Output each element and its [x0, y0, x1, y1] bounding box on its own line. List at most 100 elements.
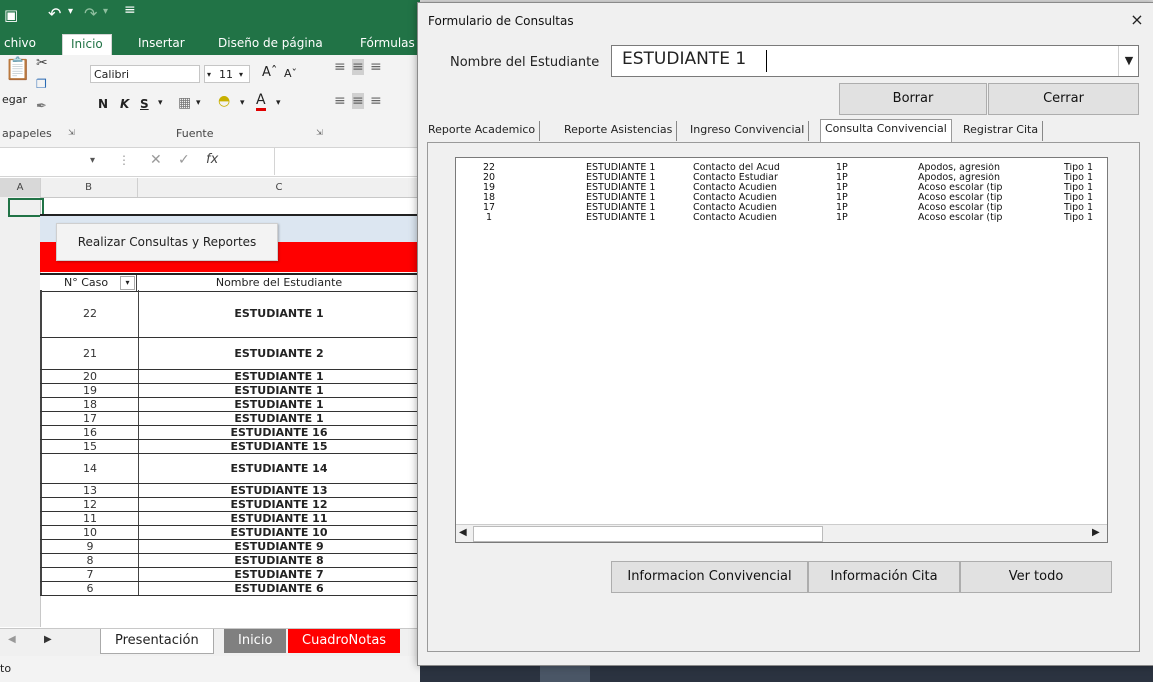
tab-formulas[interactable]: Fórmulas: [360, 34, 415, 55]
align-top-icon[interactable]: ≡: [334, 59, 346, 75]
grow-font-icon[interactable]: Aˆ: [262, 65, 277, 80]
caso-cell[interactable]: 10: [40, 526, 139, 540]
nombre-cell[interactable]: ESTUDIANTE 16: [138, 426, 420, 440]
tab-reporte-academico[interactable]: Reporte Academico: [424, 121, 541, 141]
selected-cell[interactable]: [8, 198, 44, 217]
nombre-cell[interactable]: ESTUDIANTE 13: [138, 484, 420, 498]
caso-cell[interactable]: 9: [40, 540, 139, 554]
font-color-icon[interactable]: A: [256, 93, 266, 111]
list-item[interactable]: 19 ESTUDIANTE 1 Contacto Acudien 1P Acoso es…: [456, 183, 1107, 193]
tab-archivo[interactable]: chivo: [4, 34, 36, 55]
sheet-tab-cuadronotas[interactable]: CuadroNotas: [288, 629, 401, 653]
paste-label[interactable]: egar: [2, 93, 27, 106]
copy-icon[interactable]: ❐: [36, 77, 47, 91]
scroll-right-icon[interactable]: ▶: [1092, 527, 1100, 538]
info-cita-button[interactable]: Información Cita: [808, 561, 960, 593]
nombre-cell[interactable]: ESTUDIANTE 10: [138, 526, 420, 540]
shrink-font-icon[interactable]: Aˇ: [284, 67, 297, 80]
fill-color-icon[interactable]: ◓: [218, 93, 230, 109]
caso-cell[interactable]: 18: [40, 398, 139, 412]
underline-button[interactable]: S: [140, 97, 149, 111]
clipboard-launcher-icon[interactable]: ⇲: [68, 128, 75, 137]
nombre-cell[interactable]: ESTUDIANTE 1: [138, 290, 420, 338]
nombre-cell[interactable]: ESTUDIANTE 8: [138, 554, 420, 568]
borders-dropdown-icon[interactable]: ▾: [196, 98, 201, 108]
undo-dropdown-icon[interactable]: ▾: [68, 6, 73, 17]
fill-color-dropdown-icon[interactable]: ▾: [240, 98, 245, 108]
borders-icon[interactable]: ▦: [178, 95, 191, 111]
caso-cell[interactable]: 16: [40, 426, 139, 440]
tab-registrar-cita[interactable]: Registrar Cita: [959, 121, 1044, 141]
nombre-cell[interactable]: ESTUDIANTE 11: [138, 512, 420, 526]
caso-cell[interactable]: 15: [40, 440, 139, 454]
horizontal-scrollbar[interactable]: ◀ ▶: [456, 524, 1107, 542]
nombre-cell[interactable]: ESTUDIANTE 15: [138, 440, 420, 454]
caso-cell[interactable]: 13: [40, 484, 139, 498]
name-box-dropdown-icon[interactable]: ▾: [90, 155, 95, 166]
align-bottom-icon[interactable]: ≡: [370, 59, 382, 75]
sheet-tab-presentacion[interactable]: Presentación: [100, 629, 214, 654]
scroll-tabs-right-icon[interactable]: ▶: [44, 634, 52, 645]
borrar-button[interactable]: Borrar: [839, 83, 987, 115]
list-item[interactable]: 20 ESTUDIANTE 1 Contacto Estudiar 1P Apodos,…: [456, 173, 1107, 183]
caso-cell[interactable]: 22: [40, 290, 139, 338]
tab-diseno-pagina[interactable]: Diseño de página: [218, 34, 323, 55]
caso-cell[interactable]: 19: [40, 384, 139, 398]
underline-dropdown-icon[interactable]: ▾: [158, 98, 163, 108]
list-item[interactable]: 1 ESTUDIANTE 1 Contacto Acudien 1P Acoso esc…: [456, 213, 1107, 223]
align-right-icon[interactable]: ≡: [370, 93, 382, 109]
nombre-cell[interactable]: ESTUDIANTE 7: [138, 568, 420, 582]
formula-input[interactable]: [274, 148, 420, 175]
font-color-dropdown-icon[interactable]: ▾: [276, 98, 281, 108]
caso-cell[interactable]: 7: [40, 568, 139, 582]
column-header-b[interactable]: B: [40, 178, 138, 197]
results-listbox[interactable]: 22 ESTUDIANTE 1 Contacto del Acud 1P Apodos,…: [455, 157, 1108, 543]
cerrar-button[interactable]: Cerrar: [988, 83, 1139, 115]
taskbar-item[interactable]: [540, 664, 590, 682]
scroll-tabs-left-icon[interactable]: ◀: [8, 634, 16, 645]
nombre-cell[interactable]: ESTUDIANTE 1: [138, 412, 420, 426]
caso-cell[interactable]: 17: [40, 412, 139, 426]
align-center-icon[interactable]: ≡: [352, 93, 364, 109]
tab-ingreso-convivencial[interactable]: Ingreso Convivencial: [686, 121, 810, 141]
bold-button[interactable]: N: [98, 97, 108, 111]
cancel-entry-icon[interactable]: ✕: [150, 152, 162, 168]
ver-todo-button[interactable]: Ver todo: [960, 561, 1112, 593]
scroll-left-icon[interactable]: ◀: [459, 527, 467, 538]
undo-icon[interactable]: ↶: [48, 4, 61, 23]
caso-cell[interactable]: 20: [40, 370, 139, 384]
italic-button[interactable]: K: [120, 97, 129, 111]
align-left-icon[interactable]: ≡: [334, 93, 346, 109]
nombre-cell[interactable]: ESTUDIANTE 14: [138, 454, 420, 484]
column-header-c[interactable]: C: [138, 178, 420, 197]
caso-cell[interactable]: 12: [40, 498, 139, 512]
caso-cell[interactable]: 6: [40, 582, 139, 596]
tab-consulta-convivencial[interactable]: Consulta Convivencial: [820, 119, 952, 144]
insert-function-icon[interactable]: fx: [206, 152, 218, 167]
confirm-entry-icon[interactable]: ✓: [178, 152, 190, 168]
filter-dropdown-icon[interactable]: ▾: [120, 276, 135, 290]
save-icon[interactable]: ▣: [4, 6, 18, 24]
nombre-cell[interactable]: ESTUDIANTE 1: [138, 384, 420, 398]
list-item[interactable]: 18 ESTUDIANTE 1 Contacto Acudien 1P Acoso es…: [456, 193, 1107, 203]
format-painter-icon[interactable]: ✒: [36, 99, 47, 114]
font-size-select[interactable]: ▾ 11 ▾: [204, 65, 250, 83]
paste-icon[interactable]: 📋: [4, 57, 31, 82]
tab-insertar[interactable]: Insertar: [138, 34, 185, 55]
info-convivencial-button[interactable]: Informacion Convivencial: [611, 561, 808, 593]
nombre-cell[interactable]: ESTUDIANTE 1: [138, 398, 420, 412]
column-header-a[interactable]: A: [0, 178, 41, 197]
caso-cell[interactable]: 14: [40, 454, 139, 484]
scrollbar-thumb[interactable]: [473, 526, 823, 542]
close-icon[interactable]: ×: [1124, 7, 1150, 33]
align-middle-icon[interactable]: ≡: [352, 59, 364, 75]
customize-toolbar-icon[interactable]: ≡: [124, 2, 136, 18]
nombre-cell[interactable]: ESTUDIANTE 2: [138, 338, 420, 370]
list-item[interactable]: 22 ESTUDIANTE 1 Contacto del Acud 1P Apodos,…: [456, 163, 1107, 173]
nombre-cell[interactable]: ESTUDIANTE 12: [138, 498, 420, 512]
nombre-cell[interactable]: ESTUDIANTE 6: [138, 582, 420, 596]
student-combobox[interactable]: ESTUDIANTE 1 ▼: [611, 45, 1139, 77]
caso-cell[interactable]: 8: [40, 554, 139, 568]
caso-cell[interactable]: 21: [40, 338, 139, 370]
font-name-select[interactable]: Calibri: [90, 65, 200, 83]
